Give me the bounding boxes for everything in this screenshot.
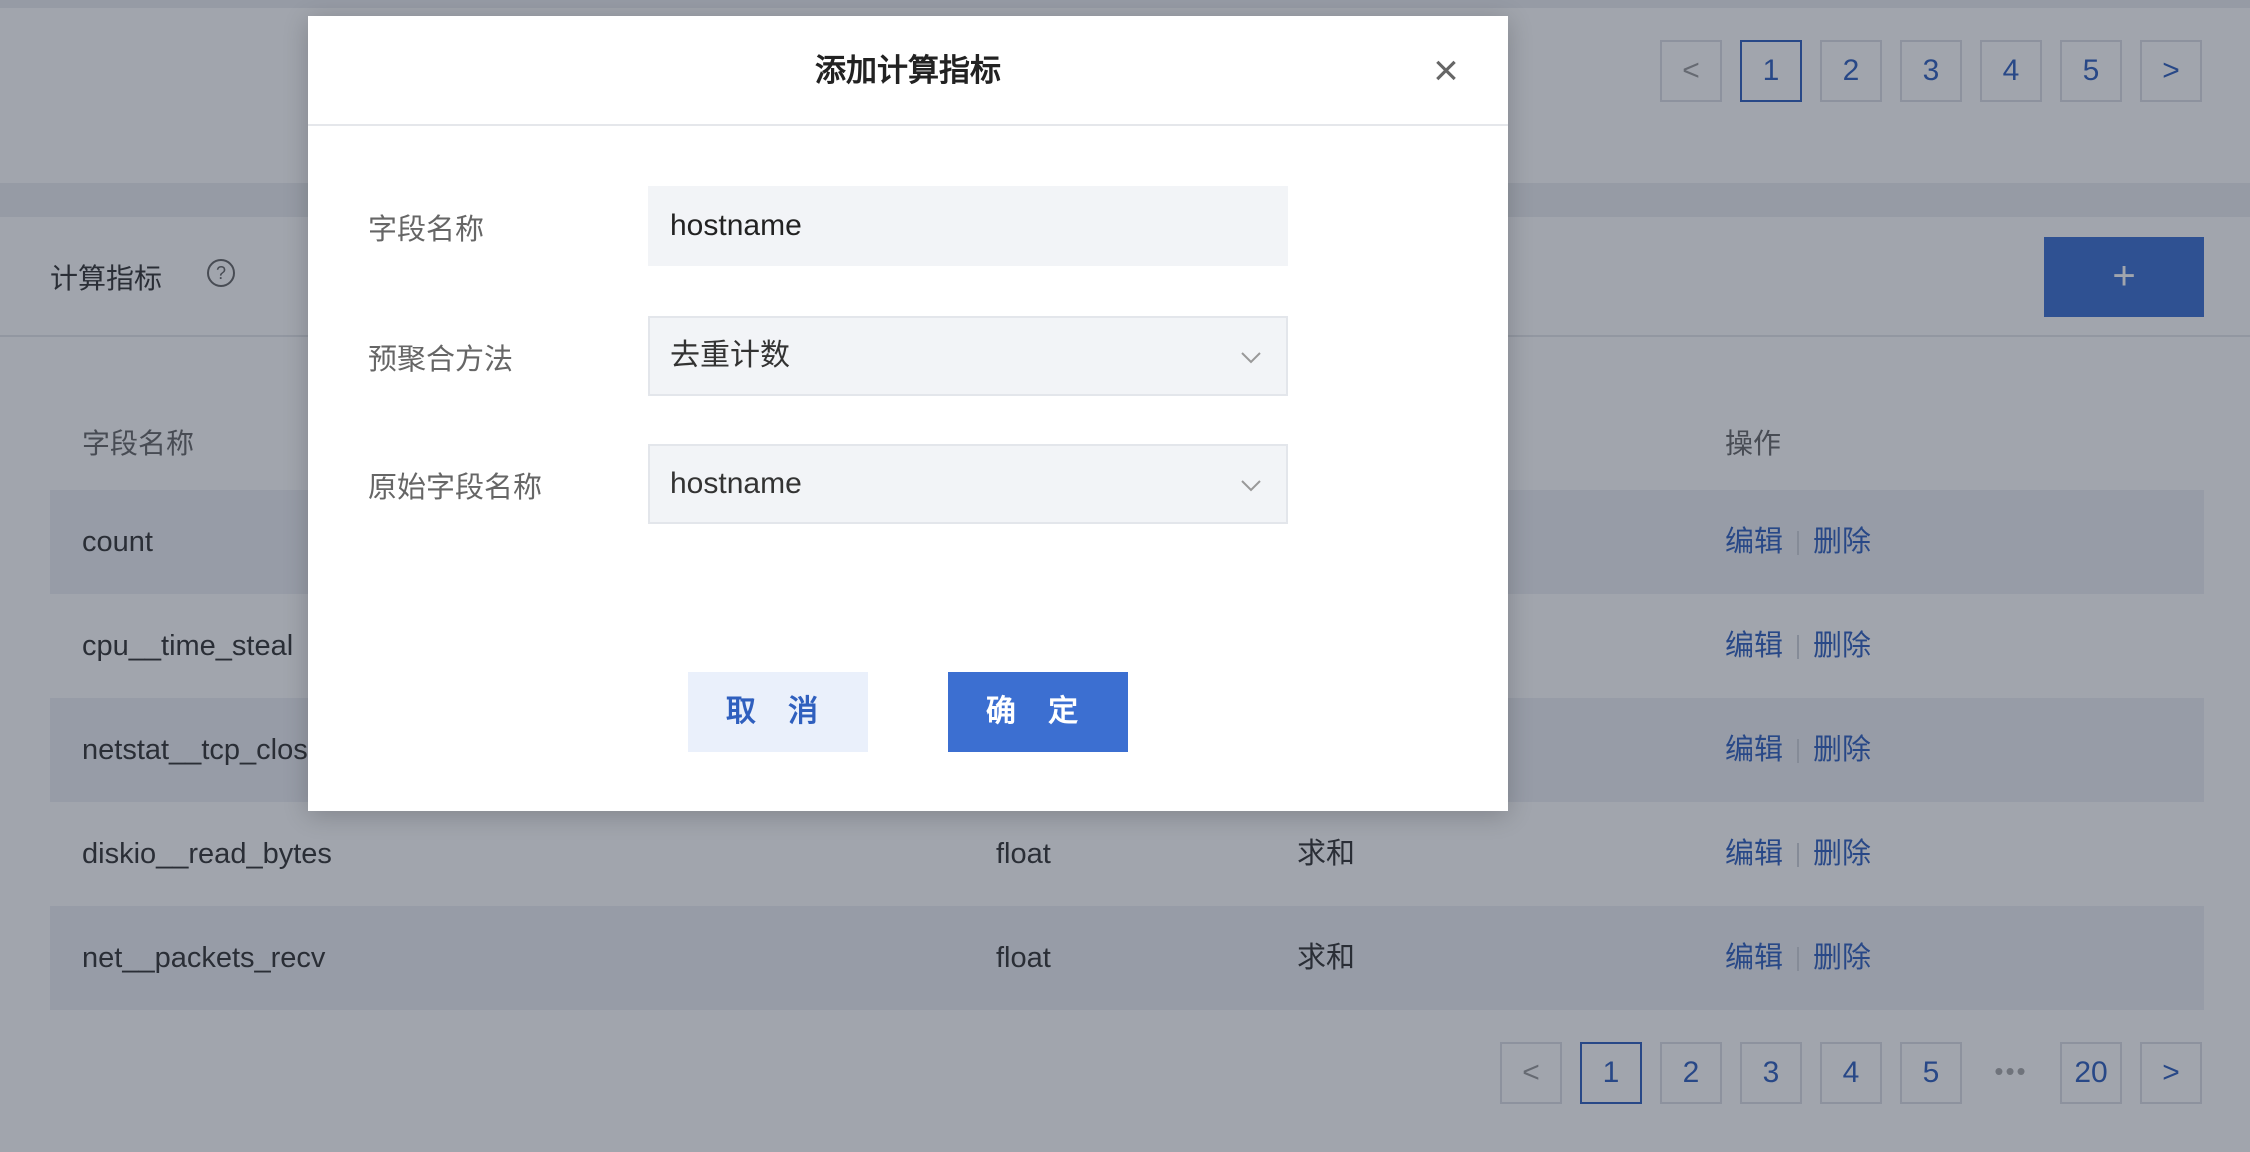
chevron-down-icon [1240, 318, 1262, 394]
source-field-value: hostname [670, 467, 802, 500]
agg-method-value: 去重计数 [670, 339, 790, 372]
dialog-header: 添加计算指标 × [308, 16, 1508, 126]
source-field-select[interactable]: hostname [648, 444, 1288, 524]
cancel-button[interactable]: 取 消 [688, 672, 868, 752]
close-icon[interactable]: × [1426, 49, 1466, 93]
field-name-input[interactable]: hostname [648, 186, 1288, 266]
confirm-button[interactable]: 确 定 [948, 672, 1128, 752]
source-field-label: 原始字段名称 [368, 472, 543, 504]
agg-method-select[interactable]: 去重计数 [648, 316, 1288, 396]
agg-method-label: 预聚合方法 [368, 344, 514, 376]
add-metric-dialog: 添加计算指标 × 字段名称 hostname 预聚合方法 去重计数 原始字段名称… [308, 16, 1508, 811]
field-name-label: 字段名称 [368, 214, 485, 246]
chevron-down-icon [1240, 446, 1262, 522]
dialog-title: 添加计算指标 [815, 53, 1001, 88]
